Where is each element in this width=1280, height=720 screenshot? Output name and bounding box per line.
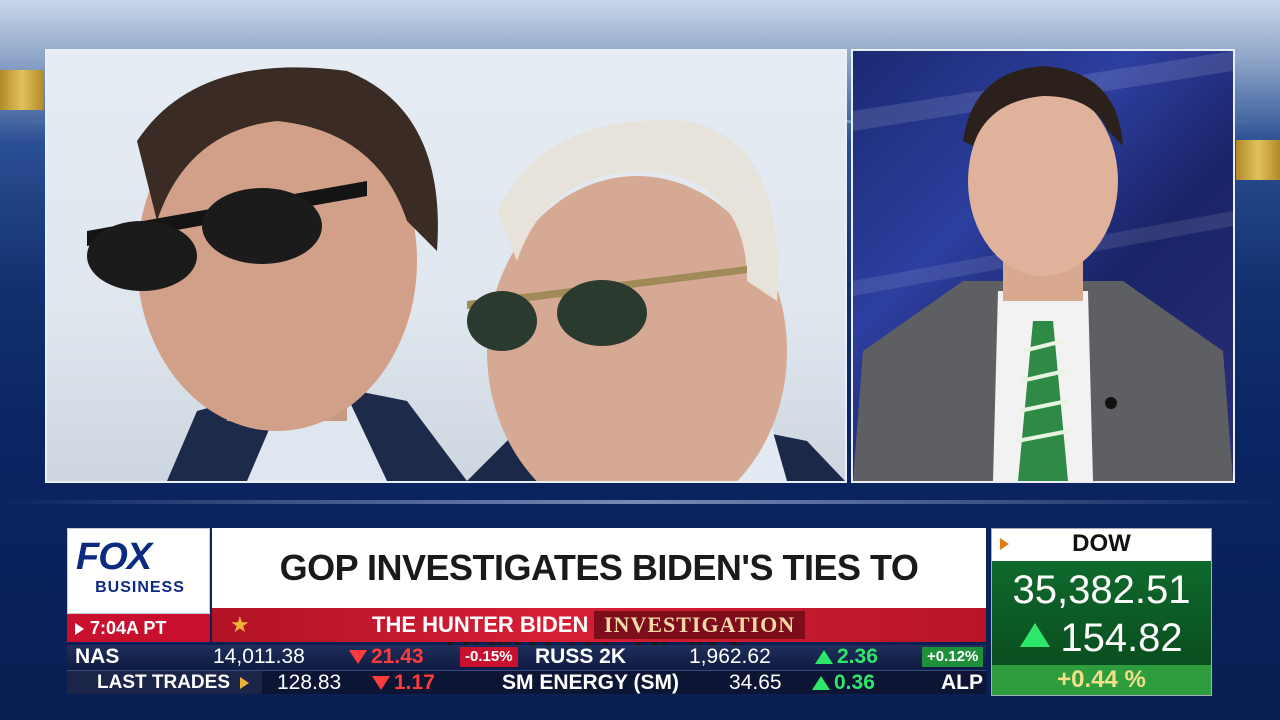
ticker-russ-change: 2.36 (815, 645, 878, 669)
ticker-change-1-value: 1.17 (394, 671, 435, 694)
background-streak (0, 500, 1280, 504)
subheadline-bar: ★ THE HUNTER BIDEN INVESTIGATION (212, 608, 986, 642)
ticker-nas-pct: -0.15% (460, 647, 518, 667)
dow-value: 35,382.51 (1012, 568, 1191, 612)
dow-change: 154.82 (992, 615, 1211, 661)
subheadline-part2: INVESTIGATION (594, 611, 806, 639)
ticker-name-3: ALP (941, 671, 983, 694)
dow-values: 35,382.51 154.82 (992, 561, 1211, 665)
ticker-name-2: SM ENERGY (SM) (502, 671, 679, 694)
play-arrow-icon (1000, 538, 1009, 550)
star-icon: ★ (230, 612, 250, 637)
last-trades-text: LAST TRADES (97, 672, 230, 693)
subheadline-part1: THE HUNTER BIDEN (372, 612, 589, 637)
ticker-russ-pct: +0.12% (922, 647, 984, 667)
arrow-right-icon (240, 676, 249, 689)
dow-change-value: 154.82 (1060, 616, 1183, 660)
last-trades-label: LAST TRADES (67, 671, 262, 694)
lower-third: FOX BUSINESS 7:04A PT GOP INVESTIGATES B… (67, 528, 1212, 698)
play-arrow-icon (75, 623, 84, 636)
down-arrow-icon (349, 650, 367, 665)
ticker-russ-label: RUSS 2K (535, 645, 627, 668)
up-arrow-icon (815, 650, 833, 665)
ticker-russ-value: 1,962.62 (689, 645, 771, 668)
photo-two-men-sunglasses (87, 67, 845, 481)
dow-percent: +0.44 % (992, 665, 1211, 695)
ticker-change-1: 1.17 (372, 671, 435, 695)
down-arrow-icon (372, 676, 390, 691)
photo-panel-left (45, 49, 847, 483)
ticker-row-last-trades: LAST TRADES 128.83 1.17 SM ENERGY (SM) 3… (67, 670, 986, 694)
ticker-price-1: 128.83 (277, 671, 342, 694)
up-arrow-icon (812, 676, 830, 691)
background-gold-band (1236, 140, 1280, 180)
ticker-change-2-value: 0.36 (834, 671, 875, 694)
photo-panel-right-guest (851, 49, 1235, 483)
time-text: 7:04A PT (90, 618, 167, 638)
headline-banner: GOP INVESTIGATES BIDEN'S TIES TO HUNTER'… (212, 528, 986, 668)
up-arrow-icon (1020, 623, 1051, 647)
ticker-nas-value: 14,011.38 (213, 645, 305, 668)
ticker-row-indices: NAS 14,011.38 21.43 -0.15% RUSS 2K 1,962… (67, 645, 986, 669)
ticker-price-2: 34.65 (729, 671, 782, 694)
logo-fox-text: FOX (76, 536, 152, 578)
dow-header: DOW (992, 529, 1211, 559)
ticker-nas-change: 21.43 (349, 645, 424, 669)
ticker-nas-change-value: 21.43 (371, 645, 424, 668)
ticker-change-2: 0.36 (812, 671, 875, 695)
network-logo: FOX BUSINESS (67, 528, 210, 614)
ticker-russ-change-value: 2.36 (837, 645, 878, 668)
ticker-nas-label: NAS (75, 645, 120, 668)
dow-label: DOW (1072, 530, 1131, 557)
dow-index-box: DOW 35,382.51 154.82 +0.44 % (991, 528, 1212, 696)
background-gold-band (0, 70, 44, 110)
photo-guest-man (853, 51, 1233, 481)
logo-business-text: BUSINESS (95, 579, 185, 596)
broadcast-frame: FOX BUSINESS 7:04A PT GOP INVESTIGATES B… (0, 0, 1280, 720)
time-display: 7:04A PT (67, 614, 210, 642)
